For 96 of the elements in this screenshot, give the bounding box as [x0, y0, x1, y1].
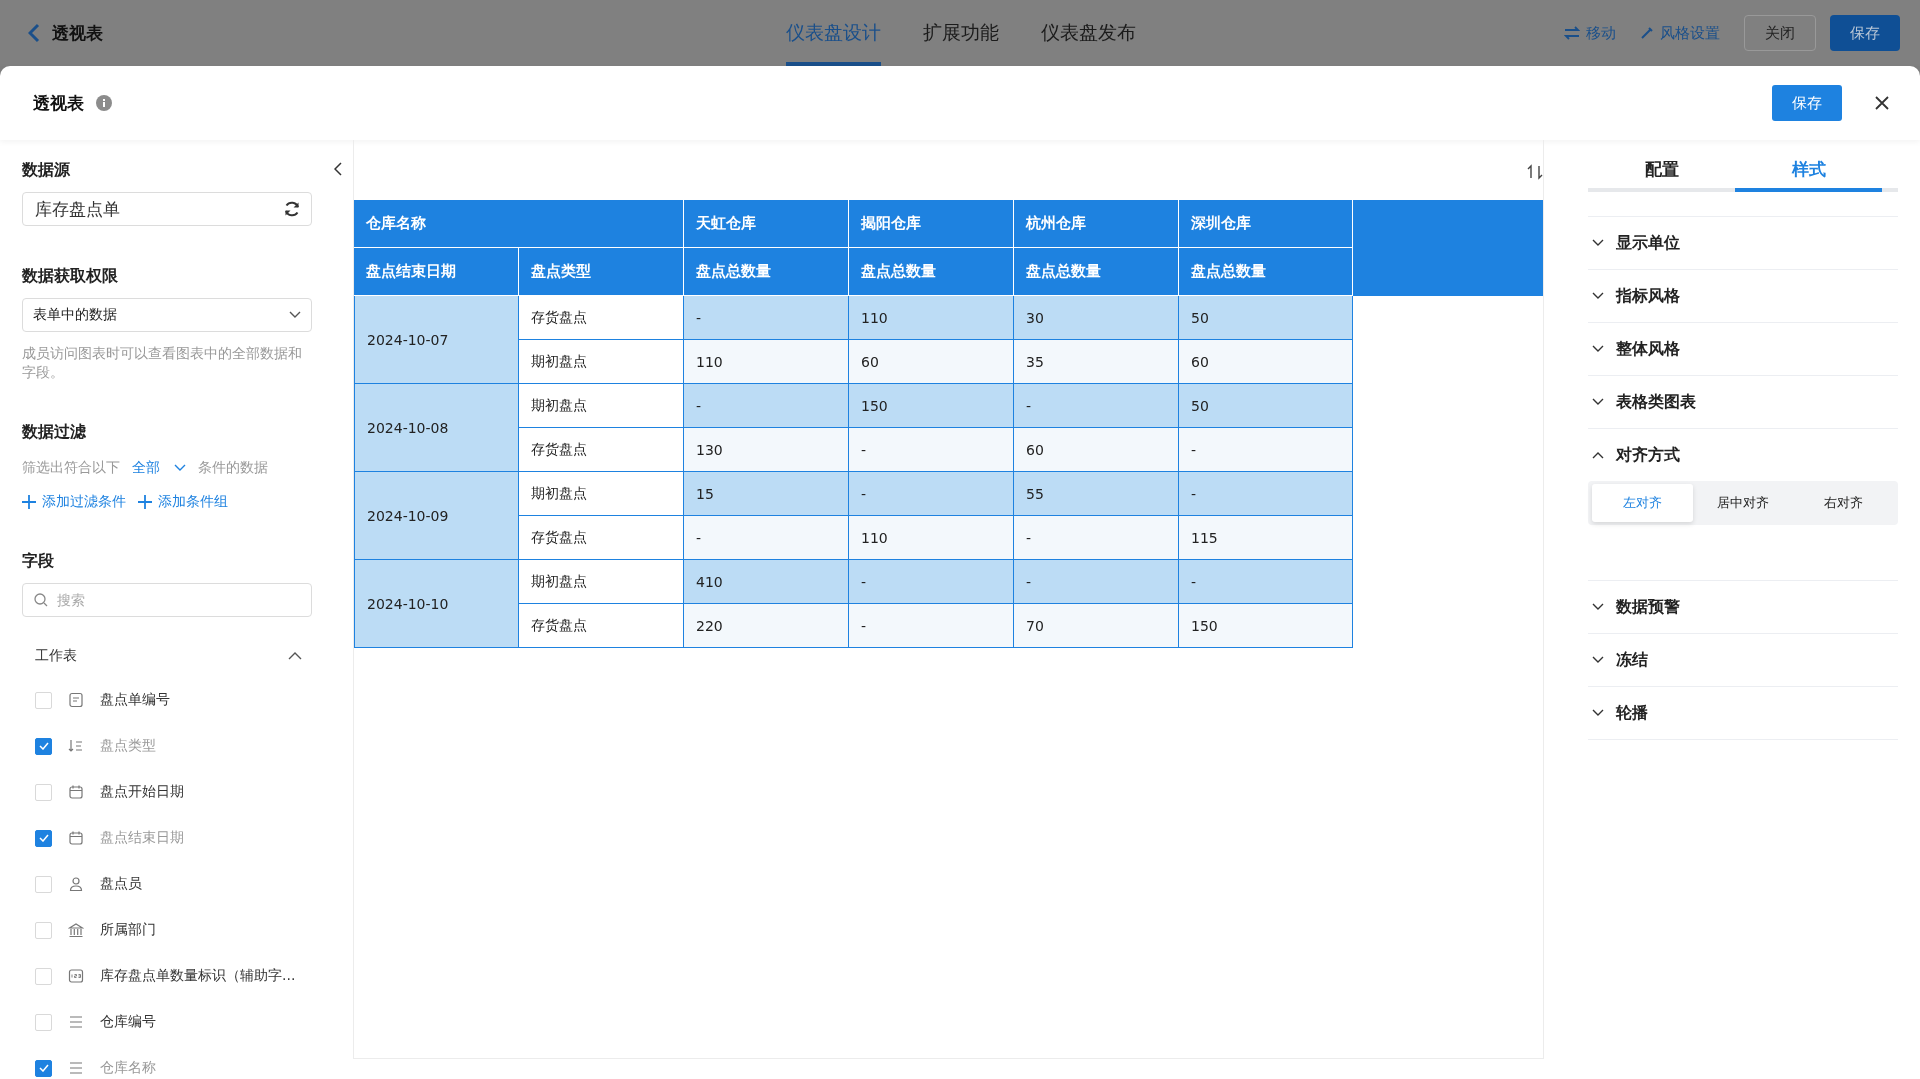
add-condition-link[interactable]: 添加过滤条件 — [22, 493, 126, 511]
save-button[interactable]: 保存 — [1772, 85, 1842, 121]
table-cell: - — [849, 604, 1014, 648]
field-checkbox[interactable] — [35, 1059, 52, 1077]
plus-icon — [22, 495, 36, 509]
chevron-down-icon — [289, 311, 301, 319]
search-field[interactable]: 搜索 — [22, 583, 312, 617]
group-label: 工作表 — [35, 647, 77, 665]
field-label: 盘点类型 — [100, 737, 156, 755]
top-tab[interactable]: 仪表盘发布 — [1041, 0, 1136, 66]
chevron-down-icon — [1592, 345, 1604, 353]
chevron-up-icon[interactable] — [288, 652, 302, 660]
table-cell: 期初盘点 — [519, 472, 684, 516]
table-cell: 220 — [684, 604, 849, 648]
table-cell: 存货盘点 — [519, 296, 684, 340]
top-tab[interactable]: 扩展功能 — [923, 0, 999, 66]
dialog-title: 透视表 — [33, 91, 84, 115]
section-header[interactable]: 对齐方式 — [1588, 429, 1898, 481]
field-checkbox[interactable] — [35, 829, 52, 847]
alignment-option[interactable]: 居中对齐 — [1692, 484, 1794, 522]
check-icon — [38, 834, 49, 842]
search-icon — [34, 593, 48, 607]
table-cell: 期初盘点 — [519, 560, 684, 604]
chevron-down-icon — [1592, 603, 1604, 611]
field-label: 仓库编号 — [100, 1013, 156, 1031]
close-button[interactable]: 关闭 — [1744, 15, 1816, 51]
save-button[interactable]: 保存 — [1830, 15, 1900, 51]
page-title: 透视表 — [52, 21, 103, 45]
field-label: 盘点员 — [100, 875, 142, 893]
field-label: 库存盘点单数量标识（辅助字... — [100, 967, 296, 985]
section-header[interactable]: 表格类图表 — [1588, 376, 1898, 428]
section-title: 字段 — [22, 551, 55, 572]
table-cell: 期初盘点 — [519, 384, 684, 428]
field-label: 仓库名称 — [100, 1059, 156, 1077]
refresh-icon[interactable] — [283, 200, 301, 218]
filter-mode-dropdown[interactable]: 全部 — [132, 459, 186, 477]
chevron-down-icon — [1592, 709, 1604, 717]
table-cell: 存货盘点 — [519, 516, 684, 560]
section-title: 数据获取权限 — [22, 266, 119, 287]
section-header[interactable]: 冻结 — [1588, 634, 1898, 686]
filter-text: 筛选出符合以下 — [22, 459, 120, 477]
field-label: 盘点结束日期 — [100, 829, 184, 847]
table-cell: 2024-10-08 — [354, 384, 519, 472]
table-cell: 70 — [1014, 604, 1179, 648]
collapse-panel-icon[interactable] — [334, 162, 342, 176]
swap-icon[interactable] — [1527, 164, 1543, 180]
field-label: 所属部门 — [100, 921, 156, 939]
permission-hint: 成员访问图表时可以查看图表中的全部数据和字段。 — [22, 344, 303, 382]
document-icon — [68, 692, 84, 708]
sort-icon — [68, 738, 84, 754]
text-lines-icon — [68, 1014, 84, 1030]
section-header[interactable]: 轮播 — [1588, 687, 1898, 739]
chevron-up-icon — [1592, 451, 1604, 459]
plus-icon — [138, 495, 152, 509]
table-cell: 期初盘点 — [519, 340, 684, 384]
filter-text: 条件的数据 — [198, 459, 268, 477]
section-title: 数据过滤 — [22, 422, 87, 443]
field-label: 盘点开始日期 — [100, 783, 184, 801]
permission-dropdown[interactable]: 表单中的数据 — [22, 298, 312, 332]
chevron-down-icon — [1592, 239, 1604, 247]
field-label: 盘点单编号 — [100, 691, 170, 709]
table-cell: 存货盘点 — [519, 428, 684, 472]
calendar-icon — [68, 784, 84, 800]
panel-tab[interactable]: 配置 — [1588, 150, 1735, 192]
alignment-option[interactable]: 左对齐 — [1592, 484, 1693, 522]
chevron-down-icon — [174, 464, 186, 472]
panel-tab[interactable]: 样式 — [1735, 150, 1882, 192]
info-icon[interactable] — [96, 95, 112, 111]
section-header[interactable]: 数据预警 — [1588, 581, 1898, 633]
chevron-down-icon — [1592, 292, 1604, 300]
field-checkbox[interactable] — [35, 737, 52, 755]
brush-icon — [1640, 26, 1654, 40]
section-header[interactable]: 指标风格 — [1588, 270, 1898, 322]
alignment-option[interactable]: 右对齐 — [1793, 484, 1894, 522]
chevron-down-icon — [1592, 656, 1604, 664]
calendar-icon — [68, 830, 84, 846]
section-header[interactable]: 整体风格 — [1588, 323, 1898, 375]
number-icon — [68, 968, 84, 984]
table-cell: 2024-10-09 — [354, 472, 519, 560]
table-cell: 存货盘点 — [519, 604, 684, 648]
check-icon — [38, 1064, 49, 1072]
close-icon[interactable] — [1874, 95, 1890, 111]
section-header[interactable]: 显示单位 — [1588, 217, 1898, 269]
section-title: 数据源 — [22, 160, 71, 181]
table-cell: 150 — [1179, 604, 1353, 648]
add-group-link[interactable]: 添加条件组 — [138, 493, 228, 511]
check-icon — [38, 742, 49, 750]
table-cell: 2024-10-10 — [354, 560, 519, 648]
person-icon — [68, 876, 84, 892]
building-icon — [68, 922, 84, 938]
chevron-down-icon — [1592, 398, 1604, 406]
text-lines-icon — [68, 1060, 84, 1076]
swap-arrows-icon — [1564, 26, 1580, 40]
back-icon[interactable] — [28, 23, 40, 43]
data-source-field[interactable]: 库存盘点单 — [22, 192, 312, 226]
table-cell: 2024-10-07 — [354, 296, 519, 384]
